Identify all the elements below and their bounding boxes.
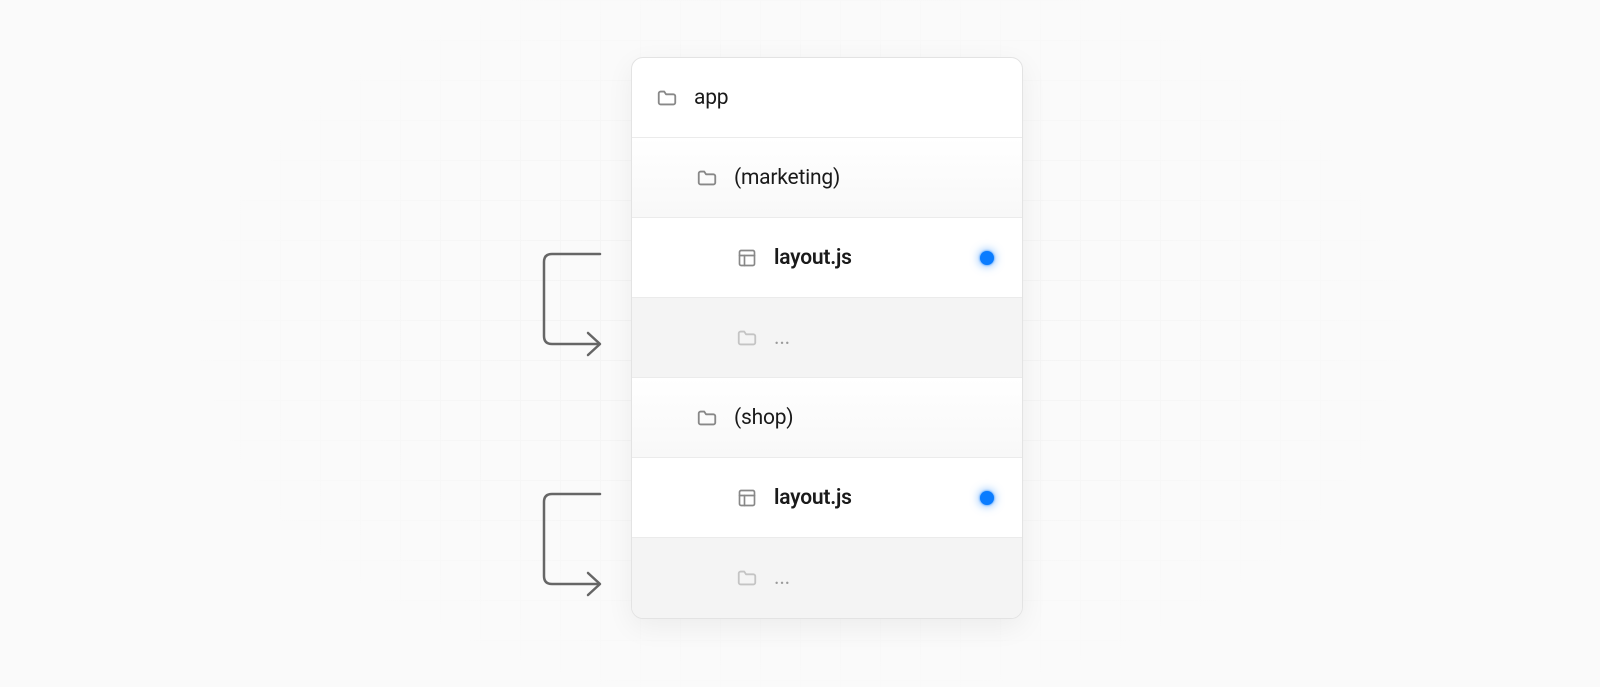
more-label: ... xyxy=(774,566,790,590)
file-shop-layout[interactable]: layout.js xyxy=(632,458,1022,538)
folder-marketing[interactable]: (marketing) xyxy=(632,138,1022,218)
file-tree-panel: app (marketing) layout.js ... (shop) lay… xyxy=(631,57,1023,619)
layout-icon xyxy=(736,247,758,269)
file-label: layout.js xyxy=(774,246,852,270)
arrow-shop-layout-to-children xyxy=(540,490,620,600)
folder-marketing-more[interactable]: ... xyxy=(632,298,1022,378)
folder-icon xyxy=(656,87,678,109)
file-marketing-layout[interactable]: layout.js xyxy=(632,218,1022,298)
more-label: ... xyxy=(774,326,790,350)
folder-label: (marketing) xyxy=(734,166,840,190)
folder-icon xyxy=(736,327,758,349)
folder-label: (shop) xyxy=(734,406,793,430)
folder-label: app xyxy=(694,86,728,110)
folder-shop-more[interactable]: ... xyxy=(632,538,1022,618)
folder-icon xyxy=(696,407,718,429)
status-dot xyxy=(980,251,994,265)
status-dot xyxy=(980,491,994,505)
arrow-marketing-layout-to-children xyxy=(540,250,620,360)
folder-shop[interactable]: (shop) xyxy=(632,378,1022,458)
file-label: layout.js xyxy=(774,486,852,510)
folder-icon xyxy=(696,167,718,189)
folder-icon xyxy=(736,567,758,589)
folder-app[interactable]: app xyxy=(632,58,1022,138)
layout-icon xyxy=(736,487,758,509)
